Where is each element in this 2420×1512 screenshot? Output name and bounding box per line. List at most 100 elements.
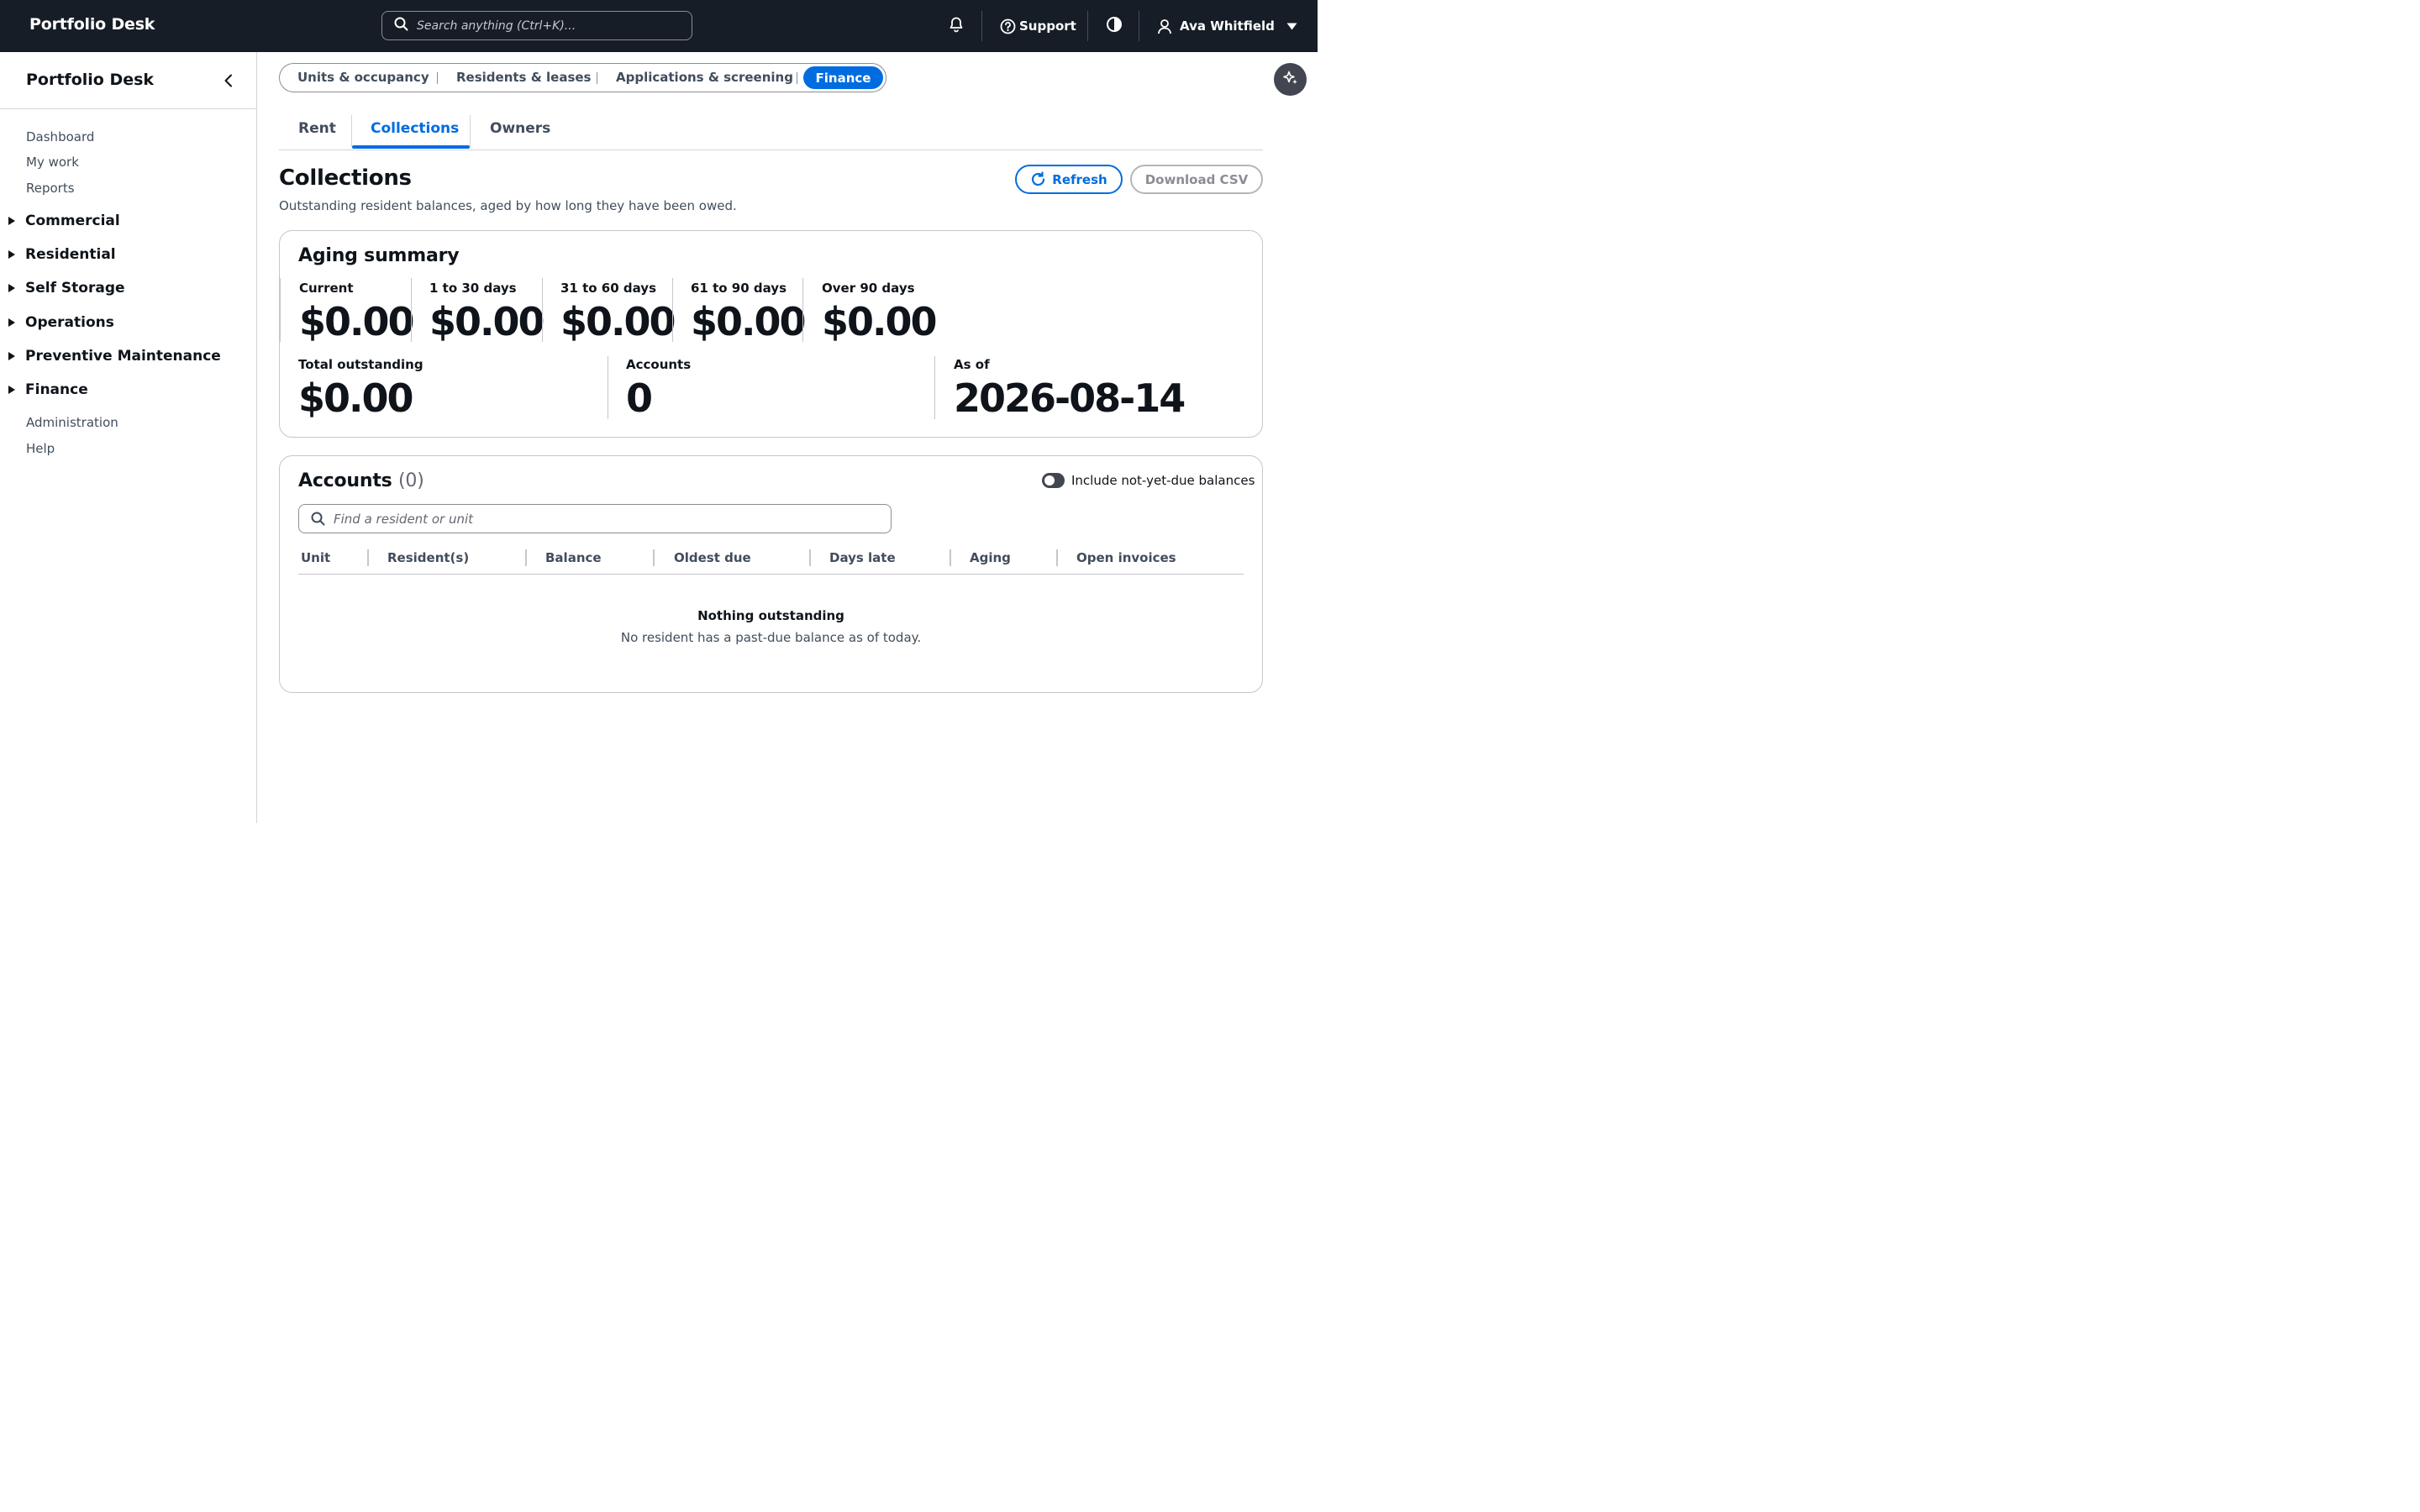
page-title: Collections: [279, 165, 412, 191]
aging-bucket-label: Current: [299, 281, 354, 296]
aging-bucket-31-60: 31 to 60 days $0.00: [560, 281, 676, 344]
caret-down-icon: [1286, 23, 1297, 30]
aging-bucket-value: $0.00: [822, 299, 938, 344]
global-search-placeholder: Search anything (Ctrl+K)...: [417, 18, 576, 33]
sidebar-group-finance[interactable]: Finance: [8, 381, 88, 398]
column-unit[interactable]: Unit: [301, 550, 330, 565]
column-divider[interactable]: [367, 549, 369, 566]
active-tab-indicator: [352, 145, 470, 149]
aging-bucket-label: Over 90 days: [822, 281, 915, 296]
aging-bucket-label: 61 to 90 days: [691, 281, 786, 296]
accounts-table-header: Unit Resident(s) Balance Oldest due Days…: [298, 543, 1244, 575]
page-description: Outstanding resident balances, aged by h…: [279, 198, 737, 213]
sidebar-group-self-storage[interactable]: Self Storage: [8, 280, 125, 297]
column-divider[interactable]: [950, 549, 951, 566]
sidebar-group-label: Residential: [25, 246, 116, 263]
column-divider[interactable]: [525, 549, 527, 566]
sidebar-group-label: Self Storage: [25, 280, 125, 297]
segment-finance[interactable]: Finance: [803, 66, 883, 89]
aging-bucket-value: $0.00: [691, 299, 807, 344]
refresh-label: Refresh: [1052, 171, 1107, 187]
sidebar-group-residential[interactable]: Residential: [8, 246, 116, 263]
search-icon: [311, 512, 325, 526]
side-navigation-header: Portfolio Desk: [0, 52, 256, 109]
aging-bucket-over-90: Over 90 days $0.00: [822, 281, 938, 344]
sidebar-link-help[interactable]: Help: [26, 441, 55, 456]
column-oldest-due[interactable]: Oldest due: [674, 550, 751, 565]
total-outstanding: Total outstanding $0.00: [298, 357, 424, 417]
column-divider[interactable]: [809, 549, 811, 566]
metric-divider: [672, 278, 673, 342]
accounts-title-count: (0): [398, 470, 424, 491]
column-residents[interactable]: Resident(s): [387, 550, 469, 565]
metric-divider: [411, 278, 412, 342]
toggle-knob: [1044, 475, 1055, 486]
empty-state-title: Nothing outstanding: [697, 608, 844, 623]
side-navigation-title[interactable]: Portfolio Desk: [26, 71, 154, 89]
column-aging[interactable]: Aging: [970, 550, 1011, 565]
column-divider[interactable]: [1056, 549, 1058, 566]
column-divider[interactable]: [653, 549, 655, 566]
brand-name[interactable]: Portfolio Desk: [29, 15, 155, 34]
tab-owners[interactable]: Owners: [490, 120, 550, 137]
collapse-sidebar-button[interactable]: [220, 72, 237, 89]
theme-toggle-button[interactable]: [1106, 0, 1123, 52]
segment-units-occupancy[interactable]: Units & occupancy: [297, 70, 429, 85]
accounts-count: Accounts 0: [626, 357, 691, 417]
as-of-label: As of: [954, 357, 990, 372]
side-navigation: Portfolio Desk Dashboard My work Reports…: [0, 52, 257, 823]
notifications-button[interactable]: [948, 0, 965, 52]
user-menu-button[interactable]: Ava Whitfield: [1157, 0, 1297, 52]
sidebar-link-administration[interactable]: Administration: [26, 415, 118, 430]
empty-state-message: No resident has a past-due balance as of…: [620, 630, 922, 645]
find-resident-input[interactable]: Find a resident or unit: [298, 504, 892, 533]
aging-summary-card: Aging summary Current $0.00 1 to 30 days…: [279, 230, 1263, 438]
expand-triangle-icon: [8, 284, 15, 292]
column-balance[interactable]: Balance: [545, 550, 602, 565]
expand-triangle-icon: [8, 386, 15, 394]
assistant-button[interactable]: [1274, 63, 1307, 96]
metric-divider: [802, 278, 803, 342]
download-csv-button[interactable]: Download CSV: [1130, 165, 1263, 194]
tab-divider: [470, 115, 471, 147]
help-circle-icon: [1000, 18, 1016, 34]
sidebar-group-commercial[interactable]: Commercial: [8, 213, 120, 229]
metric-divider: [934, 356, 935, 419]
segment-applications-screening[interactable]: Applications & screening: [616, 70, 793, 85]
sparkle-icon: [1282, 70, 1299, 90]
topbar-divider: [1087, 11, 1088, 41]
expand-triangle-icon: [8, 217, 15, 225]
aging-summary-title: Aging summary: [298, 245, 460, 266]
topbar-divider: [981, 11, 982, 41]
sidebar-group-label: Preventive Maintenance: [25, 348, 221, 365]
sidebar-group-preventive-maintenance[interactable]: Preventive Maintenance: [8, 348, 221, 365]
as-of-value: 2026-08-14: [954, 375, 1186, 421]
sidebar-group-label: Operations: [25, 314, 114, 331]
column-open-invoices[interactable]: Open invoices: [1076, 550, 1176, 565]
tab-collections[interactable]: Collections: [371, 120, 459, 137]
toggle-switch[interactable]: [1042, 473, 1065, 488]
find-resident-placeholder: Find a resident or unit: [334, 511, 474, 527]
tab-rent[interactable]: Rent: [298, 120, 336, 137]
refresh-button[interactable]: Refresh: [1015, 165, 1123, 194]
aging-bucket-value: $0.00: [560, 299, 676, 344]
user-icon: [1157, 18, 1172, 34]
finance-tabs: Rent Collections Owners: [279, 109, 1263, 150]
support-button[interactable]: Support: [1000, 0, 1076, 52]
expand-triangle-icon: [8, 352, 15, 360]
accounts-title-text: Accounts: [298, 470, 392, 491]
user-name: Ava Whitfield: [1180, 18, 1275, 34]
sidebar-group-operations[interactable]: Operations: [8, 314, 114, 331]
toggle-label: Include not-yet-due balances: [1071, 473, 1255, 488]
sidebar-link-dashboard[interactable]: Dashboard: [26, 129, 94, 144]
accounts-count-label: Accounts: [626, 357, 692, 372]
column-days-late[interactable]: Days late: [829, 550, 896, 565]
as-of-date: As of 2026-08-14: [954, 357, 1186, 421]
sidebar-link-my-work[interactable]: My work: [26, 155, 79, 170]
include-not-yet-due-toggle[interactable]: Include not-yet-due balances: [1042, 473, 1255, 488]
bell-icon: [948, 16, 965, 36]
refresh-icon: [1030, 171, 1046, 187]
segment-residents-leases[interactable]: Residents & leases: [456, 70, 591, 85]
global-search-input[interactable]: Search anything (Ctrl+K)...: [381, 11, 692, 40]
sidebar-link-reports[interactable]: Reports: [26, 181, 75, 196]
